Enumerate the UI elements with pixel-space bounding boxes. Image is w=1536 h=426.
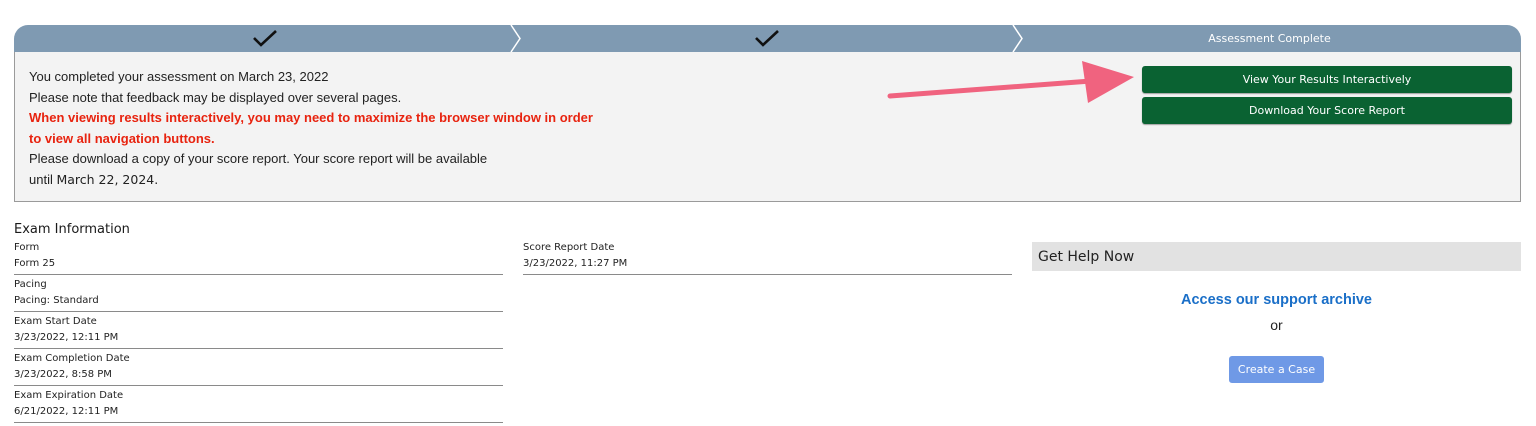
availability-date: March 22, 2024.: [56, 171, 159, 187]
field-pacing: Pacing Pacing: Standard: [14, 278, 503, 312]
progress-bar: Assessment Complete: [14, 25, 1521, 52]
assessment-status-panel: You completed your assessment on March 2…: [14, 52, 1521, 202]
status-message: You completed your assessment on March 2…: [29, 67, 593, 190]
check-icon: [755, 29, 779, 47]
progress-step-label: Assessment Complete: [1208, 32, 1331, 45]
field-label: Exam Expiration Date: [14, 390, 124, 401]
progress-step-1: [14, 25, 521, 52]
check-icon: [253, 29, 277, 47]
field-exam-start-date: Exam Start Date 3/23/2022, 12:11 PM: [14, 315, 503, 349]
availability-prefix: until: [29, 171, 53, 187]
field-value: 3/23/2022, 8:58 PM: [14, 369, 112, 380]
get-help-header: Get Help Now: [1032, 242, 1521, 271]
download-report-button[interactable]: Download Your Score Report: [1142, 97, 1512, 124]
completion-text: You completed your assessment on March 2…: [29, 69, 329, 84]
create-case-button[interactable]: Create a Case: [1229, 356, 1324, 383]
feedback-note: Please note that feedback may be display…: [29, 89, 402, 105]
field-exam-expiration-date: Exam Expiration Date 6/21/2022, 12:11 PM: [14, 389, 503, 423]
availability-line: until March 22, 2024.: [29, 170, 593, 191]
field-form: Form Form 25: [14, 241, 503, 275]
view-results-button[interactable]: View Your Results Interactively: [1142, 66, 1512, 93]
support-archive-link[interactable]: Access our support archive: [1032, 292, 1521, 308]
field-label: Exam Completion Date: [14, 353, 130, 364]
field-value: 3/23/2022, 12:11 PM: [14, 332, 119, 343]
field-label: Form: [14, 242, 40, 253]
field-label: Score Report Date: [523, 242, 615, 253]
exam-information-heading: Exam Information: [14, 222, 130, 237]
field-label: Pacing: [14, 279, 47, 290]
download-note: Please download a copy of your score rep…: [29, 151, 488, 166]
annotation-arrow: [887, 61, 1134, 103]
progress-step-3: Assessment Complete: [1018, 25, 1521, 52]
field-value: Form 25: [14, 258, 56, 269]
help-or-text: or: [1270, 317, 1283, 333]
field-label: Exam Start Date: [14, 316, 97, 327]
field-value: Pacing: Standard: [14, 295, 99, 306]
field-exam-completion-date: Exam Completion Date 3/23/2022, 8:58 PM: [14, 352, 503, 386]
field-value: 3/23/2022, 11:27 PM: [523, 258, 628, 269]
field-score-report-date: Score Report Date 3/23/2022, 11:27 PM: [523, 241, 1012, 275]
warning-text-2: to view all navigation buttons.: [29, 130, 215, 146]
field-value: 6/21/2022, 12:11 PM: [14, 406, 119, 417]
warning-text-1: When viewing results interactively, you …: [29, 110, 593, 125]
progress-step-2: [516, 25, 1023, 52]
